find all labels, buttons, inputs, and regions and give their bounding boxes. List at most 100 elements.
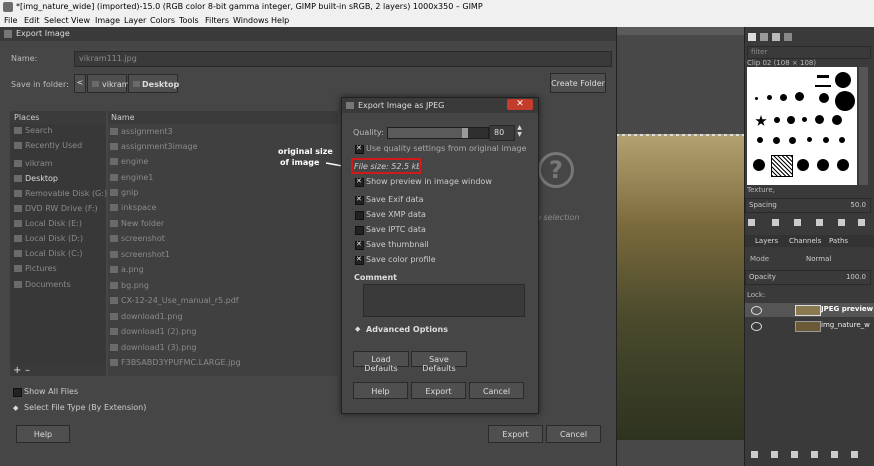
path-desktop-button[interactable]: Desktop xyxy=(128,74,179,93)
file-row[interactable]: assignment3 xyxy=(110,127,173,141)
file-row[interactable]: screenshot xyxy=(110,234,165,248)
new-layer-icon[interactable] xyxy=(751,451,758,458)
open-brush-icon[interactable] xyxy=(858,219,865,226)
quality-spin-input[interactable]: 80 xyxy=(489,125,515,141)
file-row[interactable]: screenshot1 xyxy=(110,250,170,264)
eye-icon[interactable] xyxy=(751,306,762,315)
delete-layer-icon[interactable] xyxy=(851,451,858,458)
close-icon[interactable]: ✕ xyxy=(507,99,533,110)
load-defaults-button[interactable]: Load Defaults xyxy=(353,351,409,373)
place-item[interactable]: Recently Used xyxy=(14,141,82,155)
jpeg-cancel-button[interactable]: Cancel xyxy=(469,382,524,399)
spacing-slider[interactable]: Spacing 50.0 xyxy=(745,198,871,213)
place-item[interactable]: Pictures xyxy=(14,264,57,278)
place-item[interactable]: Desktop xyxy=(14,174,58,188)
font-tab-icon[interactable] xyxy=(772,33,780,41)
file-row[interactable]: New folder xyxy=(110,219,164,233)
file-row[interactable]: CX-12-24_Use_manual_r5.pdf xyxy=(110,296,239,310)
place-item[interactable]: vikram xyxy=(14,159,53,173)
layer-row[interactable]: JPEG preview xyxy=(745,303,874,317)
advanced-options-expander[interactable]: Advanced Options xyxy=(366,325,448,334)
menu-view[interactable]: View xyxy=(71,16,90,25)
tab-layers[interactable]: Layers xyxy=(755,237,778,245)
show-all-files-checkbox[interactable] xyxy=(13,388,22,397)
menu-filters[interactable]: Filters xyxy=(205,16,229,25)
file-row[interactable]: download1 (3).png xyxy=(110,343,196,357)
tab-paths[interactable]: Paths xyxy=(829,237,848,245)
place-item[interactable]: Local Disk (D:) xyxy=(14,234,83,248)
pattern-tab-icon[interactable] xyxy=(760,33,768,41)
file-row[interactable]: F3BSABD3YPUFMC.LARGE.jpg xyxy=(110,358,241,372)
menu-edit[interactable]: Edit xyxy=(24,16,40,25)
add-bookmark-button[interactable]: + xyxy=(13,365,21,376)
brush-tab-icon[interactable] xyxy=(748,33,756,41)
menu-select[interactable]: Select xyxy=(44,16,69,25)
name-header[interactable]: Name xyxy=(108,111,338,124)
jpeg-export-button[interactable]: Export xyxy=(411,382,466,399)
menu-windows[interactable]: Windows xyxy=(233,16,269,25)
export-button[interactable]: Export xyxy=(488,425,543,443)
select-file-type-expander[interactable]: Select File Type (By Extension) xyxy=(24,403,146,412)
delete-brush-icon[interactable] xyxy=(816,219,823,226)
file-row[interactable]: engine1 xyxy=(110,173,153,187)
anchor-layer-icon[interactable] xyxy=(831,451,838,458)
menu-file[interactable]: File xyxy=(4,16,17,25)
file-row[interactable]: download1.png xyxy=(110,312,183,326)
save-iptc-checkbox[interactable] xyxy=(355,226,364,235)
save-exif-checkbox[interactable] xyxy=(355,195,364,205)
comment-textarea[interactable] xyxy=(363,284,525,317)
menu-tools[interactable]: Tools xyxy=(179,16,199,25)
expander-arrow-icon[interactable]: ◆ xyxy=(355,325,360,333)
tab-channels[interactable]: Channels xyxy=(789,237,821,245)
brush-filter-input[interactable]: filter xyxy=(747,46,871,59)
save-thumbnail-checkbox[interactable] xyxy=(355,240,364,250)
place-item[interactable]: Documents xyxy=(14,280,71,294)
filename-input[interactable]: vikram111.jpg xyxy=(74,51,612,67)
help-button[interactable]: Help xyxy=(16,425,70,443)
file-row[interactable]: assignment3image xyxy=(110,142,198,156)
quality-slider[interactable] xyxy=(387,127,489,139)
eye-icon[interactable] xyxy=(751,322,762,331)
file-row[interactable]: engine xyxy=(110,157,148,171)
show-preview-checkbox[interactable] xyxy=(355,177,364,187)
brush-scrollbar[interactable] xyxy=(859,67,868,185)
jpeg-help-button[interactable]: Help xyxy=(353,382,408,399)
path-vikram-button[interactable]: vikram xyxy=(87,74,130,93)
menu-help[interactable]: Help xyxy=(271,16,289,25)
file-row[interactable]: a.png xyxy=(110,265,144,279)
create-folder-button[interactable]: Create Folder xyxy=(550,73,606,93)
use-quality-checkbox[interactable] xyxy=(355,144,364,154)
quality-spin-arrows[interactable]: ▲ ▼ xyxy=(515,124,524,139)
cancel-button[interactable]: Cancel xyxy=(546,425,601,443)
edit-brush-icon[interactable] xyxy=(748,219,755,226)
expander-arrow-icon[interactable]: ◆ xyxy=(13,404,18,412)
file-row[interactable]: download1 (2).png xyxy=(110,327,196,341)
file-row[interactable]: gnip xyxy=(110,188,138,202)
path-back-button[interactable]: < xyxy=(74,74,86,93)
mode-select[interactable]: Normal xyxy=(806,255,831,263)
place-item[interactable]: Search xyxy=(14,126,52,140)
menu-layer[interactable]: Layer xyxy=(124,16,146,25)
refresh-brush-icon[interactable] xyxy=(838,219,845,226)
layer-row[interactable]: img_nature_w xyxy=(745,319,874,333)
lower-layer-icon[interactable] xyxy=(791,451,798,458)
new-brush-icon[interactable] xyxy=(772,219,779,226)
remove-bookmark-button[interactable]: – xyxy=(25,365,30,376)
file-row[interactable]: bg.png xyxy=(110,281,149,295)
place-item[interactable]: Local Disk (E:) xyxy=(14,219,82,233)
duplicate-brush-icon[interactable] xyxy=(794,219,801,226)
place-item[interactable]: Local Disk (C:) xyxy=(14,249,83,263)
place-item[interactable]: Removable Disk (G:) xyxy=(14,189,107,203)
save-xmp-checkbox[interactable] xyxy=(355,211,364,220)
menu-colors[interactable]: Colors xyxy=(150,16,175,25)
menu-image[interactable]: Image xyxy=(95,16,120,25)
document-tab-icon[interactable] xyxy=(784,33,792,41)
quality-handle[interactable] xyxy=(462,128,468,138)
save-color-profile-checkbox[interactable] xyxy=(355,255,364,265)
brush-grid[interactable] xyxy=(747,67,857,185)
raise-layer-icon[interactable] xyxy=(771,451,778,458)
save-defaults-button[interactable]: Save Defaults xyxy=(411,351,467,373)
opacity-slider[interactable]: Opacity 100.0 xyxy=(745,270,871,285)
duplicate-layer-icon[interactable] xyxy=(811,451,818,458)
file-row[interactable]: inkspace xyxy=(110,203,156,217)
